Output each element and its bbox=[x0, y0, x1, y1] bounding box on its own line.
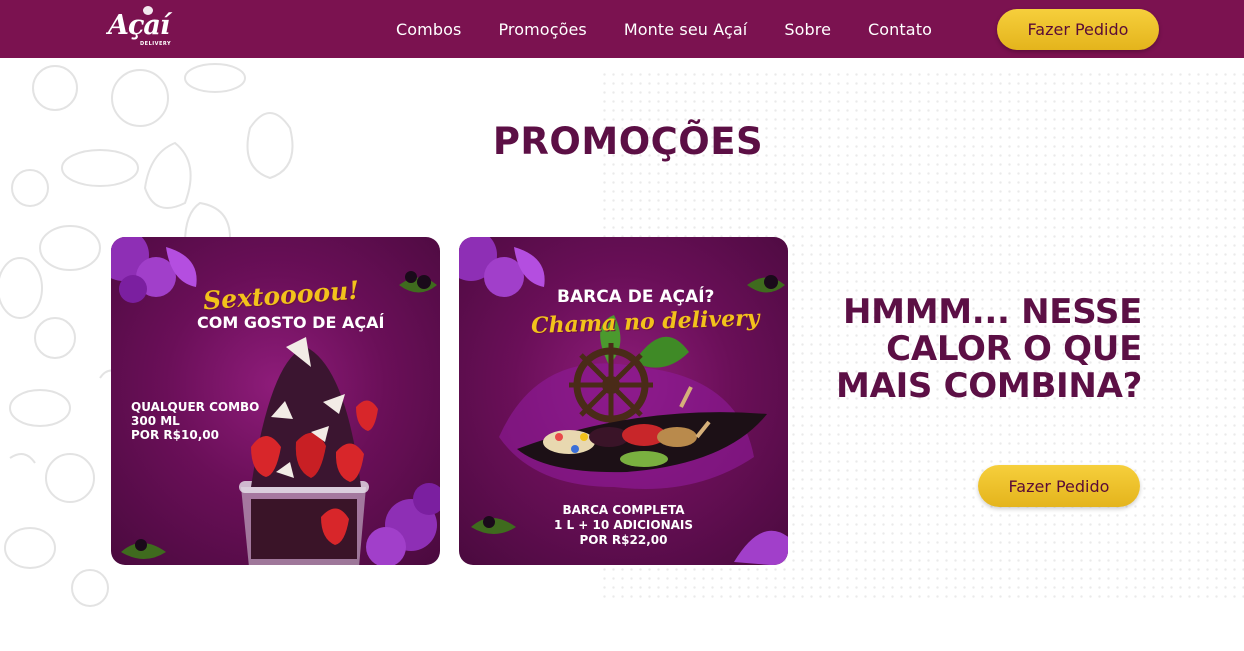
logo-wordmark: Açaí bbox=[108, 10, 170, 41]
hero-line: MAIS COMBINA? bbox=[836, 366, 1142, 406]
card-detail-line: QUALQUER COMBO bbox=[131, 400, 260, 414]
nav-link-contato[interactable]: Contato bbox=[868, 20, 932, 39]
card-price: POR R$22,00 bbox=[579, 533, 668, 547]
promo-card-sextou[interactable]: Sextoooou! COM GOSTO DE AÇAÍ QUALQUER CO… bbox=[111, 237, 440, 565]
nav-link-monte-seu-acai[interactable]: Monte seu Açaí bbox=[624, 20, 747, 39]
nav-link-combos[interactable]: Combos bbox=[396, 20, 461, 39]
nav-menu: Combos Promoções Monte seu Açaí Sobre Co… bbox=[396, 0, 969, 58]
promo-card-barca[interactable]: BARCA DE AÇAÍ? Chama no delivery BARCA C… bbox=[459, 237, 788, 565]
hero-headline: HMMM... NESSE CALOR O QUE MAIS COMBINA? bbox=[818, 294, 1142, 405]
hero-line: CALOR O QUE bbox=[886, 329, 1142, 369]
nav-link-sobre[interactable]: Sobre bbox=[784, 20, 831, 39]
logo-subtitle: DELIVERY bbox=[140, 41, 172, 47]
card-detail-line: 300 ML bbox=[131, 414, 180, 428]
order-button-hero[interactable]: Fazer Pedido bbox=[978, 465, 1140, 507]
card-headline: COM GOSTO DE AÇAÍ bbox=[197, 313, 385, 332]
order-button-header[interactable]: Fazer Pedido bbox=[997, 9, 1159, 50]
hero-line: HMMM... NESSE bbox=[843, 292, 1142, 332]
top-navbar: Açaí DELIVERY Combos Promoções Monte seu… bbox=[0, 0, 1244, 58]
section-title: PROMOÇÕES bbox=[492, 120, 764, 163]
acai-logo[interactable]: Açaí DELIVERY bbox=[108, 6, 178, 50]
card-headline: BARCA DE AÇAÍ? bbox=[557, 287, 715, 307]
card-detail-line: 1 L + 10 ADICIONAIS bbox=[553, 518, 694, 532]
card-price: POR R$10,00 bbox=[131, 428, 219, 442]
nav-link-promocoes[interactable]: Promoções bbox=[498, 20, 586, 39]
card-detail-line: BARCA COMPLETA bbox=[562, 503, 685, 517]
